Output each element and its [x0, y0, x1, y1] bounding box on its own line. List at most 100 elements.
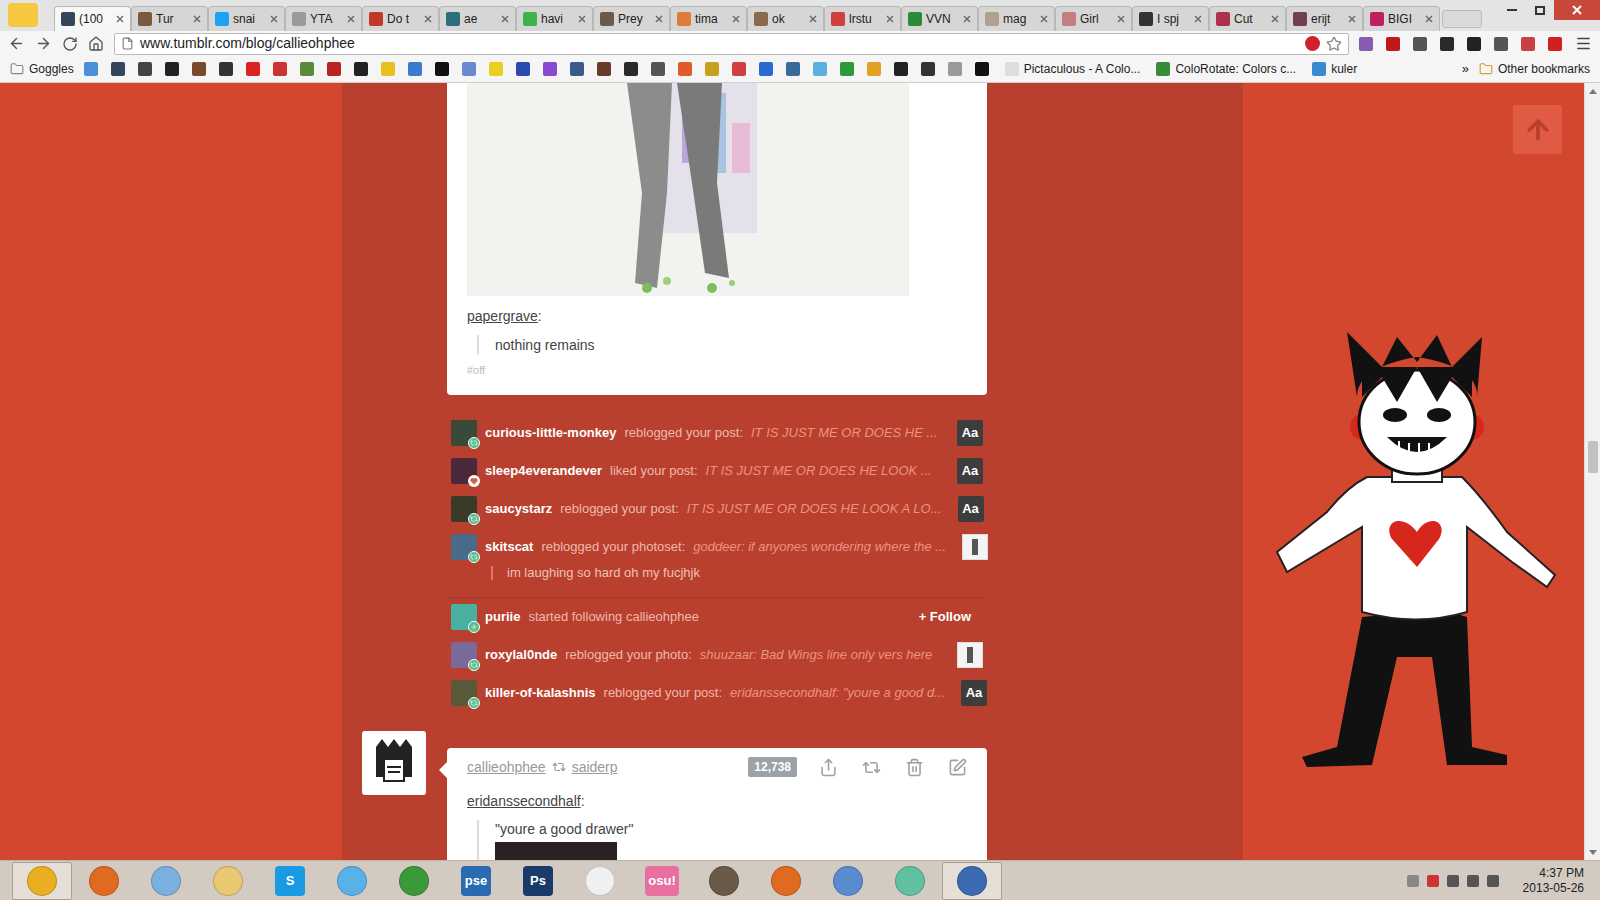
taskbar-app[interactable]: pse — [446, 862, 506, 900]
bookmark[interactable]: kuler — [1312, 60, 1357, 78]
delete-icon[interactable] — [905, 758, 924, 777]
close-icon[interactable] — [270, 15, 278, 23]
close-icon[interactable] — [193, 15, 201, 23]
notification-excerpt[interactable]: IT IS JUST ME OR DOES HE ... — [751, 423, 937, 443]
bookmark[interactable]: Goggles — [10, 60, 74, 78]
bookmark[interactable] — [786, 62, 800, 76]
bookmark[interactable] — [354, 62, 368, 76]
text-post-badge[interactable]: Aa — [957, 420, 983, 446]
notification-user[interactable]: sleep4everandever — [485, 461, 602, 481]
minimize-button[interactable] — [1498, 0, 1526, 20]
close-icon[interactable] — [963, 15, 971, 23]
browser-tab[interactable]: VVN — [901, 6, 978, 31]
bookmark[interactable] — [300, 62, 314, 76]
notification-user[interactable]: roxylal0nde — [485, 645, 557, 665]
bookmark[interactable] — [381, 62, 395, 76]
clock[interactable]: 4:37 PM2013-05-26 — [1523, 866, 1584, 896]
browser-tab[interactable]: tima — [670, 6, 747, 31]
taskbar-app[interactable] — [942, 862, 1002, 900]
close-icon[interactable] — [1194, 15, 1202, 23]
notes-count[interactable]: 12,738 — [748, 757, 797, 777]
browser-tab[interactable]: havi — [516, 6, 593, 31]
more-bookmarks[interactable]: » — [1462, 59, 1469, 79]
source-link[interactable]: eridanssecondhalf — [467, 793, 581, 809]
close-icon[interactable] — [347, 15, 355, 23]
browser-tab[interactable]: ae — [439, 6, 516, 31]
browser-tab[interactable]: Do t — [362, 6, 439, 31]
reblogged-from-link[interactable]: saiderp — [572, 757, 618, 778]
new-tab-button[interactable] — [1442, 10, 1482, 28]
taskbar-app[interactable]: osu! — [632, 862, 692, 900]
text-post-badge[interactable]: Aa — [957, 458, 983, 484]
taskbar-app[interactable] — [198, 862, 258, 900]
scroll-thumb[interactable] — [1588, 441, 1598, 473]
bookmark[interactable] — [273, 62, 287, 76]
taskbar-app[interactable] — [880, 862, 940, 900]
menu-icon[interactable] — [1575, 35, 1592, 52]
browser-tab[interactable]: BIGI — [1363, 6, 1440, 31]
reload-icon[interactable] — [62, 36, 78, 52]
reblog-icon[interactable] — [862, 758, 881, 777]
bookmark[interactable] — [435, 62, 449, 76]
bookmark[interactable] — [111, 62, 125, 76]
bookmark[interactable] — [705, 62, 719, 76]
post-image[interactable] — [495, 842, 617, 860]
bookmark[interactable] — [138, 62, 152, 76]
close-icon[interactable] — [1117, 15, 1125, 23]
browser-tab[interactable]: ok — [747, 6, 824, 31]
share-icon[interactable] — [819, 758, 838, 777]
tray-icon[interactable] — [1487, 875, 1499, 887]
bookmark[interactable] — [543, 62, 557, 76]
adblock-icon[interactable] — [1305, 36, 1320, 51]
taskbar-app[interactable] — [136, 862, 196, 900]
scrollbar[interactable] — [1584, 83, 1600, 860]
bookmark[interactable] — [597, 62, 611, 76]
bookmark[interactable] — [462, 62, 476, 76]
bookmark[interactable] — [948, 62, 962, 76]
notification-avatar[interactable] — [451, 496, 477, 522]
browser-tab[interactable]: Girl — [1055, 6, 1132, 31]
bookmark[interactable] — [327, 62, 341, 76]
notification-user[interactable]: curious-little-monkey — [485, 423, 616, 443]
browser-tab[interactable]: lrstu — [824, 6, 901, 31]
edit-icon[interactable] — [948, 758, 967, 777]
notification-avatar[interactable] — [451, 642, 477, 668]
close-icon[interactable] — [1425, 15, 1433, 23]
post-tag[interactable]: #off — [467, 362, 967, 378]
bookmark-star-icon[interactable] — [1326, 36, 1342, 52]
bookmark[interactable] — [516, 62, 530, 76]
browser-tab[interactable]: Cut — [1209, 6, 1286, 31]
bookmark[interactable] — [246, 62, 260, 76]
bookmark[interactable] — [192, 62, 206, 76]
taskbar-app[interactable] — [694, 862, 754, 900]
forward-icon[interactable] — [35, 35, 52, 52]
notification-excerpt[interactable]: IT IS JUST ME OR DOES HE LOOK ... — [706, 461, 932, 481]
bookmark[interactable] — [570, 62, 584, 76]
notification-user[interactable]: killer-of-kalashnis — [485, 683, 596, 703]
notification-avatar[interactable] — [451, 680, 477, 706]
close-icon[interactable] — [1040, 15, 1048, 23]
photo-thumbnail[interactable] — [962, 534, 988, 560]
browser-tab[interactable]: YTA — [285, 6, 362, 31]
browser-tab[interactable]: (100 — [54, 6, 131, 31]
bookmark[interactable]: Pictaculous - A Colo... — [1005, 60, 1141, 78]
back-icon[interactable] — [8, 35, 25, 52]
close-window-button[interactable] — [1554, 0, 1600, 20]
notification-excerpt[interactable]: shuuzaar: Bad Wings line only vers here — [700, 645, 933, 665]
bookmark[interactable] — [219, 62, 233, 76]
tray-icon[interactable] — [1467, 875, 1479, 887]
close-icon[interactable] — [424, 15, 432, 23]
bookmark[interactable] — [813, 62, 827, 76]
source-link[interactable]: papergrave — [467, 308, 538, 324]
photo-thumbnail[interactable] — [957, 642, 983, 668]
tray-icon[interactable] — [1407, 875, 1419, 887]
close-icon[interactable] — [1348, 15, 1356, 23]
post-avatar[interactable] — [362, 731, 426, 795]
close-icon[interactable] — [501, 15, 509, 23]
taskbar-app[interactable]: Ps — [508, 862, 568, 900]
browser-tab[interactable]: erijt — [1286, 6, 1363, 31]
bookmark[interactable] — [84, 62, 98, 76]
taskbar-app[interactable] — [322, 862, 382, 900]
close-icon[interactable] — [732, 15, 740, 23]
scroll-to-top-button[interactable] — [1513, 105, 1562, 154]
